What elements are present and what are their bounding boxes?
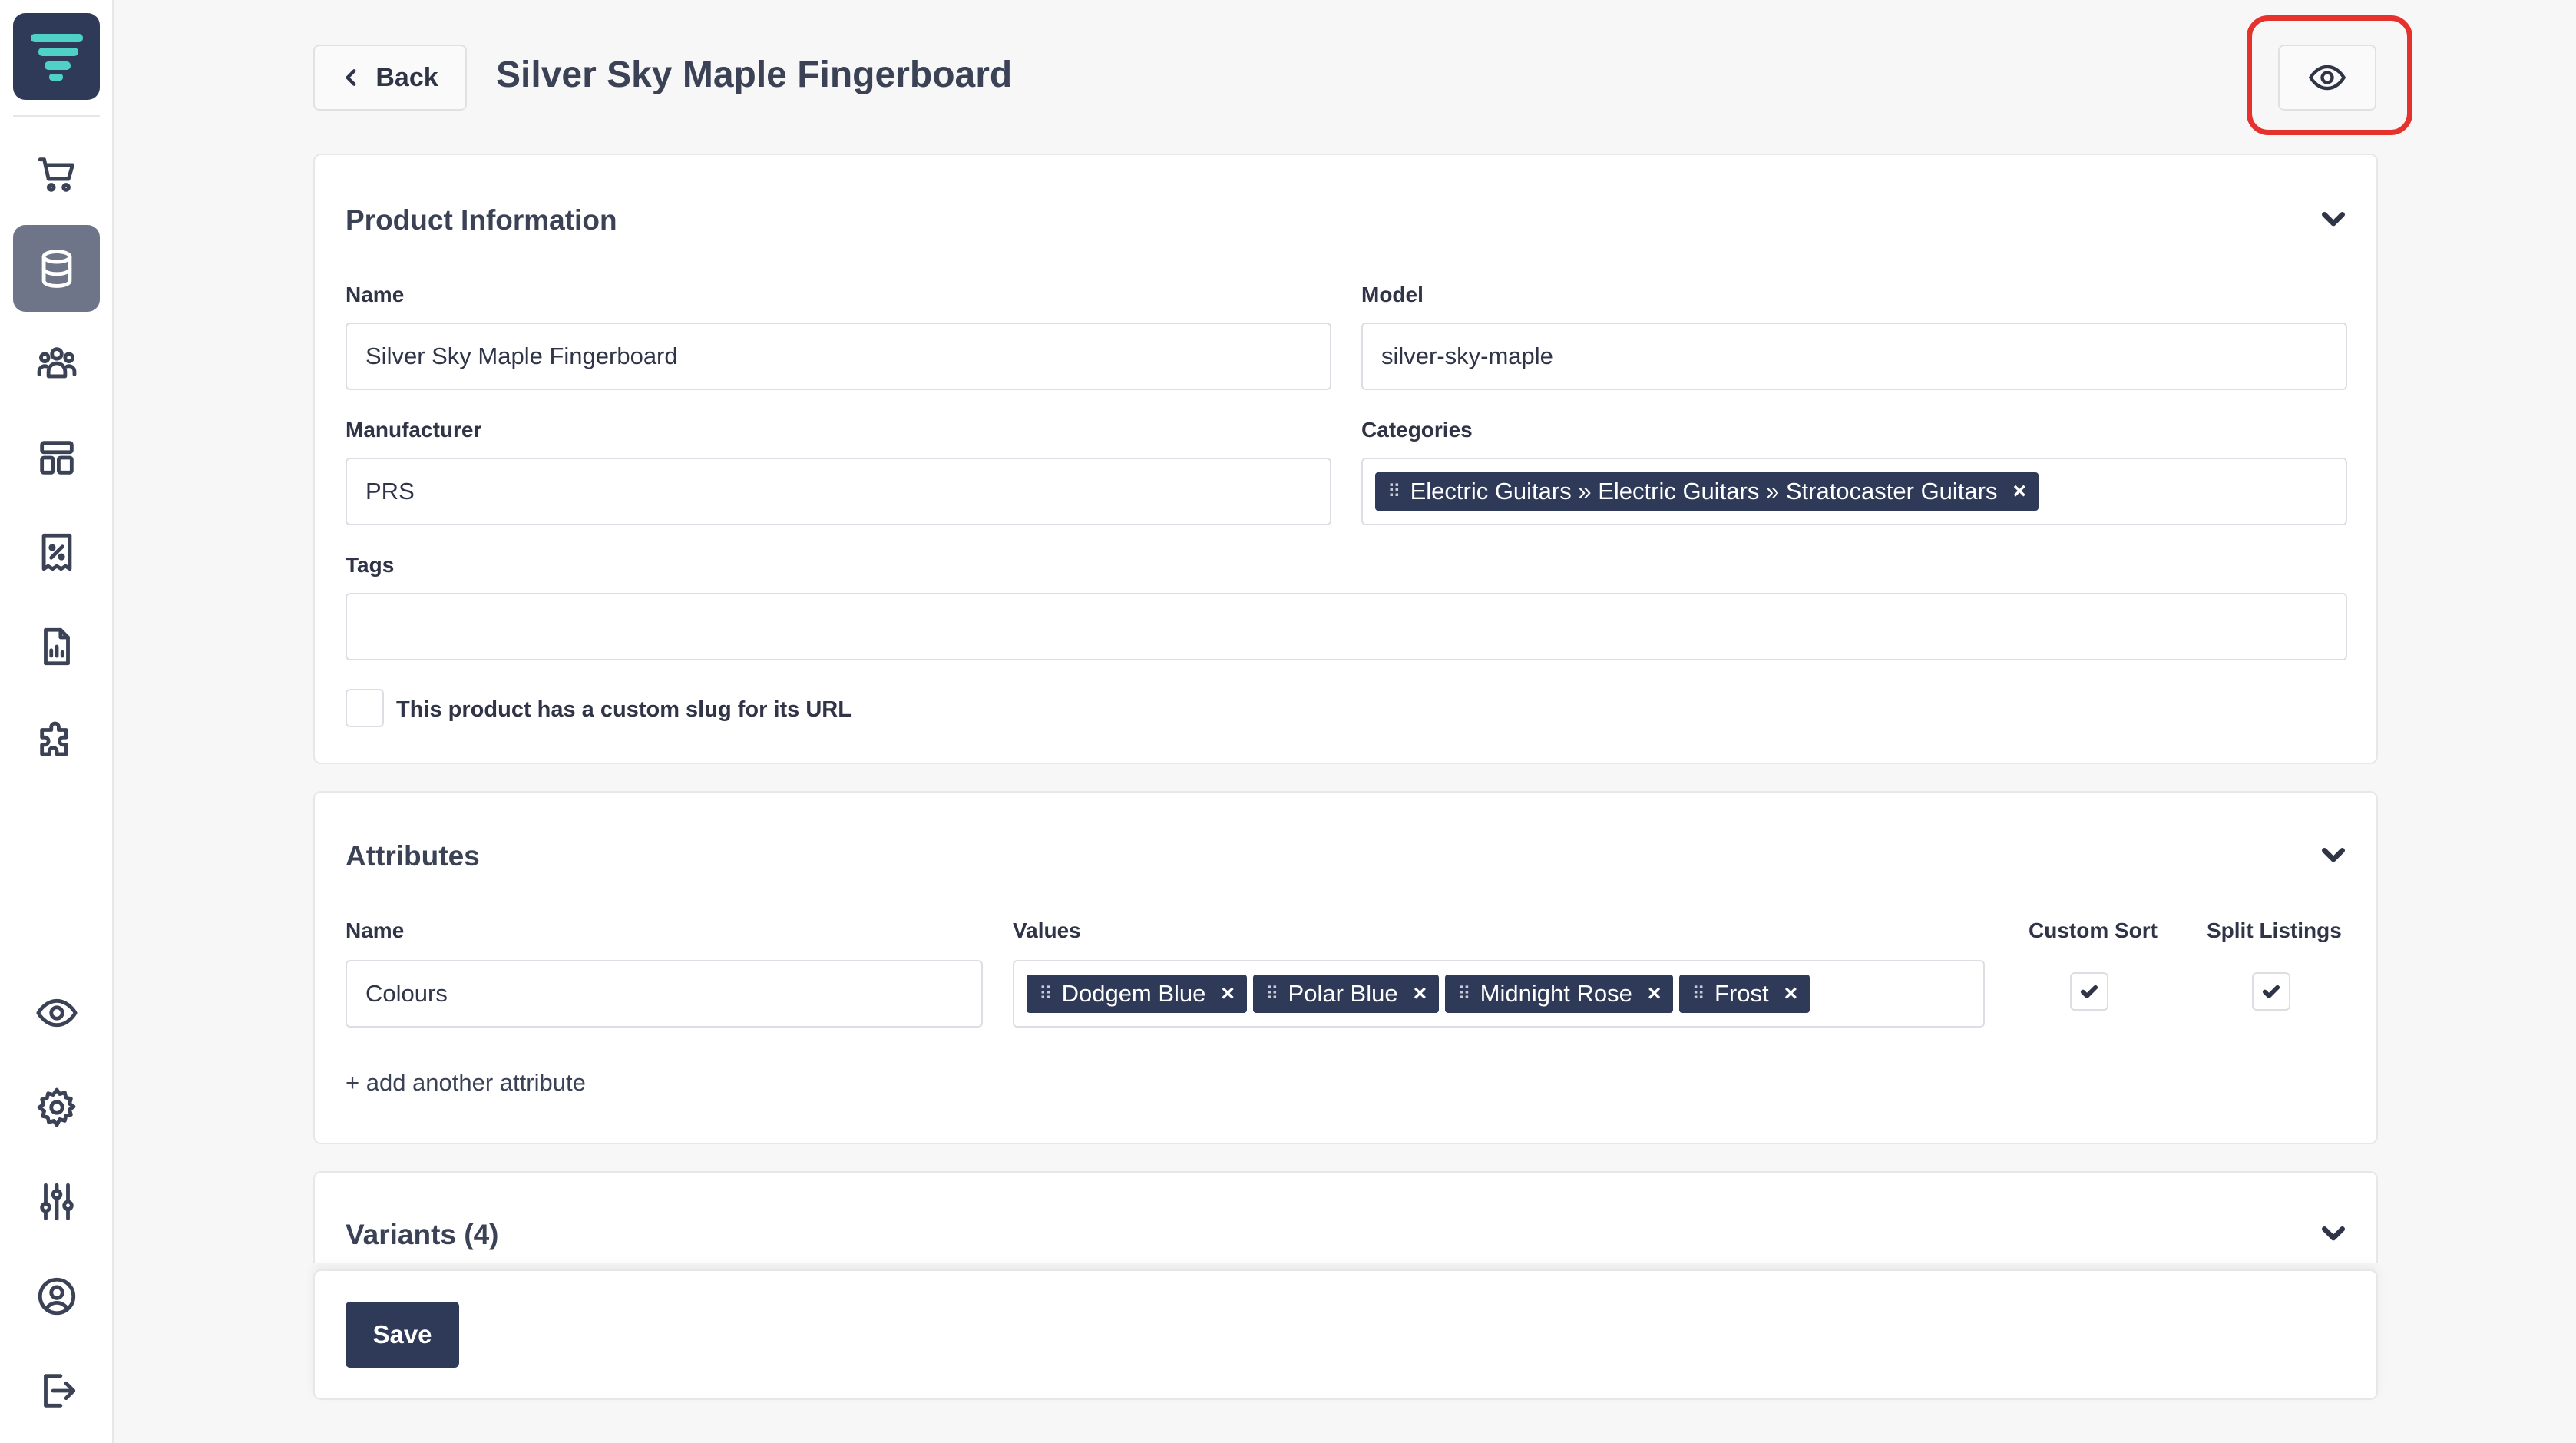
value-tag[interactable]: ⠿ Dodgem Blue ×	[1027, 975, 1247, 1013]
split-listings-label: Split Listings	[2207, 918, 2342, 942]
custom-sort-checkbox[interactable]	[2070, 972, 2108, 1011]
page-title: Silver Sky Maple Fingerboard	[496, 55, 1013, 95]
nav-discounts[interactable]	[13, 508, 100, 595]
chevron-left-icon	[346, 69, 356, 86]
drag-handle-icon[interactable]: ⠿	[1457, 983, 1471, 1005]
variants-card: Variants (4)	[313, 1171, 2378, 1263]
layout-icon	[39, 440, 74, 475]
nav-products[interactable]	[13, 225, 100, 312]
attribute-values-label: Values	[1013, 918, 1081, 942]
add-attribute-link[interactable]: + add another attribute	[346, 1069, 586, 1097]
remove-tag-icon[interactable]: ×	[1414, 981, 1427, 1007]
cart-icon	[38, 157, 74, 192]
remove-tag-icon[interactable]: ×	[1221, 981, 1235, 1007]
model-field[interactable]: silver-sky-maple	[1361, 323, 2347, 390]
back-button-label: Back	[375, 62, 438, 92]
receipt-icon	[41, 533, 71, 571]
checkmark-icon	[2080, 985, 2098, 998]
nav-content[interactable]	[13, 414, 100, 501]
nav-preferences[interactable]	[13, 1158, 100, 1245]
eye-icon	[2308, 65, 2346, 91]
app-logo[interactable]	[13, 13, 100, 100]
nav-reports[interactable]	[13, 603, 100, 690]
collapse-product-info-toggle[interactable]	[2318, 204, 2349, 235]
value-tag-label: Dodgem Blue	[1061, 980, 1206, 1007]
drag-handle-icon[interactable]: ⠿	[1265, 983, 1279, 1005]
remove-tag-icon[interactable]: ×	[1648, 981, 1662, 1007]
attribute-name-label: Name	[346, 918, 405, 942]
sidebar-divider	[13, 115, 100, 117]
tags-label: Tags	[346, 553, 395, 577]
chevron-down-icon	[2322, 848, 2345, 862]
save-button[interactable]: Save	[346, 1302, 459, 1368]
chevron-down-icon	[2322, 1226, 2345, 1241]
logout-icon	[43, 1373, 75, 1408]
manufacturer-label: Manufacturer	[346, 418, 482, 442]
nav-account[interactable]	[13, 1253, 100, 1339]
categories-label: Categories	[1361, 418, 1473, 442]
remove-tag-icon[interactable]: ×	[1784, 981, 1798, 1007]
variants-title: Variants (4)	[346, 1219, 499, 1250]
value-tag[interactable]: ⠿ Frost ×	[1679, 975, 1810, 1013]
model-label: Model	[1361, 283, 1424, 306]
category-tag[interactable]: ⠿ Electric Guitars » Electric Guitars » …	[1375, 472, 2039, 511]
custom-slug-label: This product has a custom slug for its U…	[396, 697, 852, 722]
report-icon	[43, 627, 70, 665]
preview-button[interactable]	[2278, 45, 2376, 111]
name-field[interactable]: Silver Sky Maple Fingerboard	[346, 323, 1331, 390]
users-icon	[37, 346, 76, 378]
eye-icon	[35, 998, 78, 1027]
value-tag-label: Frost	[1714, 980, 1769, 1007]
puzzle-icon	[39, 721, 68, 756]
save-bar: Save	[313, 1269, 2378, 1400]
checkmark-icon	[2262, 985, 2280, 998]
category-tag-label: Electric Guitars » Electric Guitars » St…	[1410, 478, 1998, 505]
attributes-title: Attributes	[346, 840, 480, 872]
sidebar	[0, 0, 114, 1443]
name-label: Name	[346, 283, 405, 306]
value-tag-label: Midnight Rose	[1480, 980, 1632, 1007]
nav-preview-store[interactable]	[13, 969, 100, 1056]
attribute-values-field[interactable]: ⠿ Dodgem Blue × ⠿ Polar Blue × ⠿ Midnigh…	[1013, 960, 1985, 1028]
split-listings-checkbox[interactable]	[2252, 972, 2290, 1011]
nav-orders[interactable]	[13, 131, 100, 217]
drag-handle-icon[interactable]: ⠿	[1387, 481, 1401, 503]
categories-field[interactable]: ⠿ Electric Guitars » Electric Guitars » …	[1361, 458, 2347, 525]
nav-extensions[interactable]	[13, 697, 100, 784]
nav-settings[interactable]	[13, 1064, 100, 1150]
manufacturer-field[interactable]: PRS	[346, 458, 1331, 525]
value-tag-label: Polar Blue	[1288, 980, 1398, 1007]
drag-handle-icon[interactable]: ⠿	[1039, 983, 1053, 1005]
nav-logout[interactable]	[13, 1347, 100, 1434]
back-button[interactable]: Back	[313, 45, 467, 111]
attribute-name-field[interactable]: Colours	[346, 960, 983, 1028]
value-tag[interactable]: ⠿ Midnight Rose ×	[1445, 975, 1674, 1013]
logo-icon	[30, 33, 83, 81]
product-information-title: Product Information	[346, 204, 617, 236]
custom-slug-checkbox[interactable]	[346, 689, 384, 727]
user-circle-icon	[38, 1277, 75, 1315]
database-icon	[41, 249, 71, 288]
sliders-icon	[39, 1183, 74, 1220]
drag-handle-icon[interactable]: ⠿	[1691, 983, 1705, 1005]
collapse-variants-toggle[interactable]	[2318, 1219, 2349, 1249]
custom-sort-label: Custom Sort	[2029, 918, 2158, 942]
nav-customers[interactable]	[13, 319, 100, 406]
gear-icon	[37, 1087, 75, 1127]
product-information-card: Product Information Name Silver Sky Mapl…	[313, 154, 2378, 764]
attributes-card: Attributes Name Values Custom Sort Split…	[313, 791, 2378, 1144]
remove-tag-icon[interactable]: ×	[2012, 478, 2026, 505]
collapse-attributes-toggle[interactable]	[2318, 840, 2349, 871]
value-tag[interactable]: ⠿ Polar Blue ×	[1252, 975, 1440, 1013]
tags-field[interactable]	[346, 593, 2347, 660]
chevron-down-icon	[2322, 212, 2345, 227]
